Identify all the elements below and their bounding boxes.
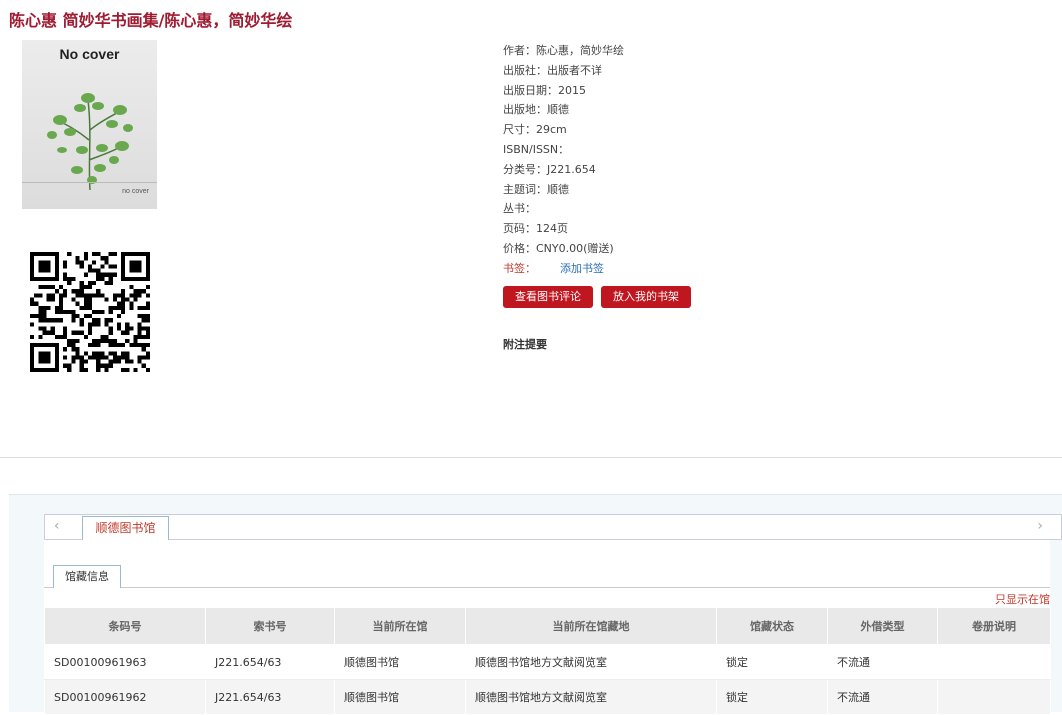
- header-volume-note: 卷册说明: [937, 607, 1051, 645]
- bookmark-label: 书签：: [503, 261, 536, 275]
- meta-publisher: 出版社：出版者不详: [503, 63, 602, 77]
- notes-heading: 附注提要: [503, 338, 547, 351]
- subtab-divider: [44, 587, 1050, 588]
- header-barcode: 条码号: [44, 607, 206, 645]
- meta-series: 丛书：: [503, 202, 536, 216]
- page-title: 陈心惠 简妙华书画集/陈心惠，简妙华绘: [9, 11, 293, 30]
- header-call-number: 索书号: [205, 607, 335, 645]
- meta-size: 尺寸：29cm: [503, 123, 567, 137]
- cell-status: 锁定: [716, 644, 828, 680]
- cell-loan-type: 不流通: [827, 644, 938, 680]
- cell-barcode: SD00100961962: [44, 679, 206, 715]
- meta-place: 出版地：顺德: [503, 103, 569, 117]
- cell-call-number: J221.654/63: [205, 679, 335, 715]
- cell-current-library: 顺德图书馆: [334, 644, 466, 680]
- cover-bottom-text: no cover: [122, 188, 149, 195]
- cell-status: 锁定: [716, 679, 828, 715]
- header-status: 馆藏状态: [716, 607, 828, 645]
- chevron-right-icon[interactable]: ›: [1037, 518, 1043, 534]
- meta-bookmark-row: 书签： 添加书签: [503, 259, 624, 279]
- meta-subject: 主题词：顺德: [503, 182, 569, 196]
- meta-pages: 页码：124页: [503, 222, 568, 236]
- holdings-table: 条码号 索书号 当前所在馆 当前所在馆藏地 馆藏状态 外借类型 卷册说明 SD0…: [44, 607, 1051, 715]
- book-metadata: 作者：陈心惠，简妙华绘 出版社：出版者不详 出版日期：2015 出版地：顺德 尺…: [503, 41, 624, 279]
- view-reviews-button[interactable]: 查看图书评论: [503, 286, 593, 308]
- cell-call-number: J221.654/63: [205, 644, 335, 680]
- tab-library[interactable]: 顺德图书馆: [82, 516, 169, 540]
- cell-current-location: 顺德图书馆地方文献阅览室: [465, 644, 717, 680]
- meta-classification: 分类号：J221.654: [503, 162, 596, 176]
- cell-volume-note: [937, 644, 1051, 680]
- section-divider: [0, 457, 1062, 458]
- plant-illustration: [47, 93, 133, 191]
- meta-author: 作者：陈心惠，简妙华绘: [503, 44, 624, 57]
- cell-current-location: 顺德图书馆地方文献阅览室: [465, 679, 717, 715]
- chevron-left-icon[interactable]: ‹: [54, 518, 60, 534]
- add-to-shelf-button[interactable]: 放入我的书架: [601, 286, 691, 308]
- table-row: SD00100961962 J221.654/63 顺德图书馆 顺德图书馆地方文…: [44, 679, 1051, 715]
- library-tab-bar: ‹ ›: [44, 514, 1062, 540]
- table-header-row: 条码号 索书号 当前所在馆 当前所在馆藏地 馆藏状态 外借类型 卷册说明: [44, 607, 1051, 645]
- meta-isbn: ISBN/ISSN：: [503, 142, 570, 156]
- header-current-location: 当前所在馆藏地: [465, 607, 717, 645]
- tab-holdings-info[interactable]: 馆藏信息: [53, 565, 121, 588]
- cell-volume-note: [937, 679, 1051, 715]
- meta-price: 价格：CNY0.00(赠送): [503, 241, 614, 255]
- only-show-available-link[interactable]: 只显示在馆: [995, 591, 1050, 607]
- header-current-library: 当前所在馆: [334, 607, 466, 645]
- cell-loan-type: 不流通: [827, 679, 938, 715]
- book-cover-image: No cover no cover: [22, 40, 157, 209]
- cell-current-library: 顺德图书馆: [334, 679, 466, 715]
- cover-divider: [22, 182, 157, 183]
- cell-barcode: SD00100961963: [44, 644, 206, 680]
- table-row: SD00100961963 J221.654/63 顺德图书馆 顺德图书馆地方文…: [44, 644, 1051, 680]
- header-loan-type: 外借类型: [827, 607, 938, 645]
- qr-code: [30, 252, 150, 372]
- meta-date: 出版日期：2015: [503, 83, 586, 97]
- add-bookmark-link[interactable]: 添加书签: [560, 262, 604, 275]
